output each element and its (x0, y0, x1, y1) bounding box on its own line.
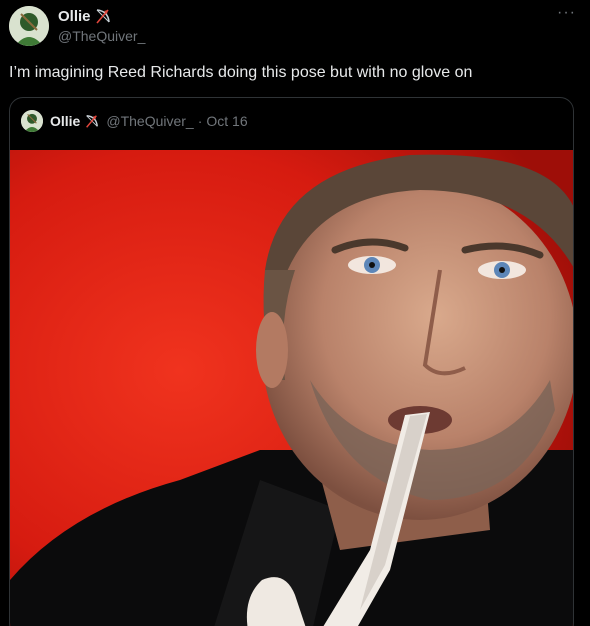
quoted-author-avatar[interactable] (21, 110, 43, 132)
quoted-author-display-name[interactable]: Ollie (50, 113, 80, 129)
quoted-tweet-media[interactable] (10, 150, 573, 626)
bow-and-arrow-icon (84, 114, 99, 129)
quoted-date[interactable]: Oct 16 (206, 113, 247, 129)
bow-and-arrow-icon (94, 8, 111, 25)
quoted-tweet-header: Ollie @TheQuiver_ · Oct 16 (21, 110, 248, 132)
tweet-text: I’m imagining Reed Richards doing this p… (9, 64, 473, 81)
quoted-tweet-card[interactable]: Ollie @TheQuiver_ · Oct 16 (9, 97, 574, 626)
author-display-name[interactable]: Ollie (58, 8, 91, 25)
author-name-row: Ollie (58, 8, 111, 25)
avatar-image-icon (9, 6, 49, 46)
more-options-icon[interactable]: ··· (557, 4, 576, 22)
quoted-author-handle[interactable]: @TheQuiver_ (106, 113, 193, 129)
quoted-separator: · (197, 113, 203, 129)
photo-man-with-latex-glove-icon (10, 150, 573, 626)
author-handle[interactable]: @TheQuiver_ (58, 28, 145, 44)
author-avatar[interactable] (9, 6, 49, 46)
avatar-image-icon (21, 110, 43, 132)
tweet: Ollie @TheQuiver_ ··· I’m imagining Reed… (0, 0, 590, 626)
